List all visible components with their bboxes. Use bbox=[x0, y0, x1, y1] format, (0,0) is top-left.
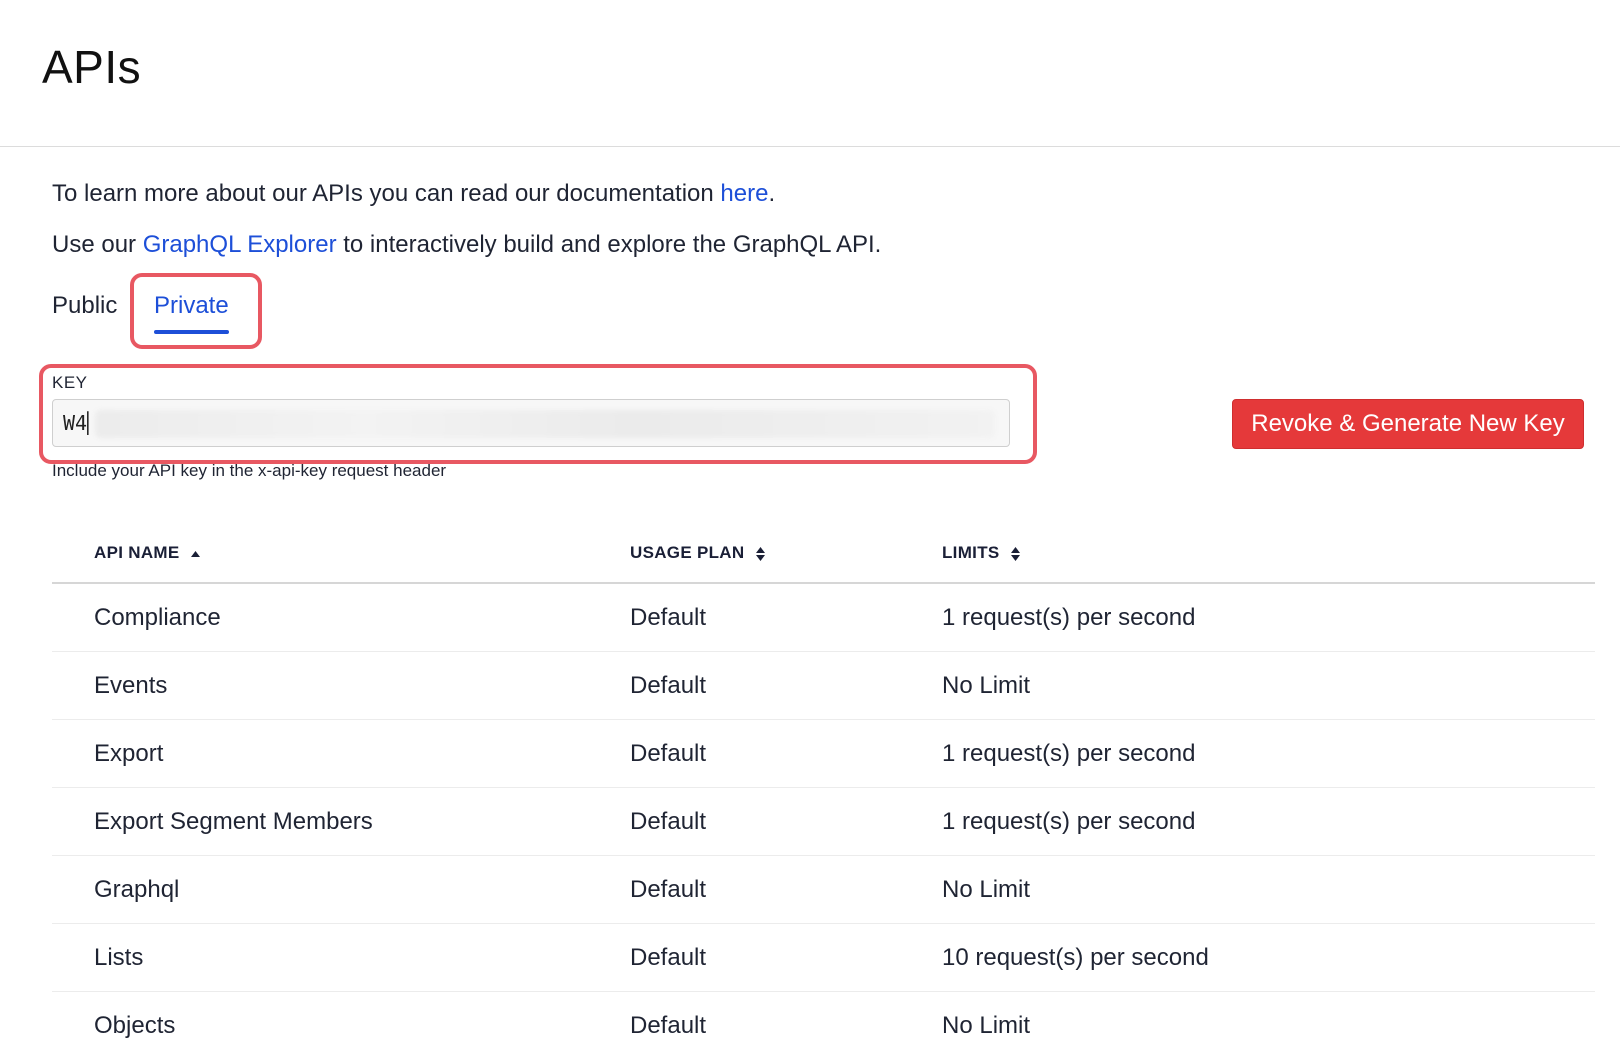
revoke-generate-key-button[interactable]: Revoke & Generate New Key bbox=[1232, 399, 1584, 449]
limit-cell: No Limit bbox=[942, 991, 1595, 1056]
key-label: KEY bbox=[52, 373, 88, 392]
limit-cell: 1 request(s) per second bbox=[942, 719, 1595, 788]
tab-private-label: Private bbox=[154, 292, 229, 319]
docs-here-link[interactable]: here bbox=[720, 180, 768, 207]
usage-plan-cell: Default bbox=[630, 787, 942, 856]
api-name-cell: Objects bbox=[52, 991, 630, 1056]
api-key-field[interactable]: W4▏ bbox=[52, 399, 1010, 447]
column-header-usage-plan[interactable]: USAGE PLAN bbox=[630, 524, 942, 584]
column-header-limits[interactable]: LIMITS bbox=[942, 524, 1595, 584]
column-label-usage-plan: USAGE PLAN bbox=[630, 543, 745, 562]
usage-plan-cell: Default bbox=[630, 855, 942, 924]
limit-cell: No Limit bbox=[942, 651, 1595, 720]
usage-plan-cell: Default bbox=[630, 651, 942, 720]
table-row: Export Segment Members Default 1 request… bbox=[52, 787, 1595, 856]
sort-icon bbox=[1010, 546, 1020, 561]
graphql-intro-prefix: Use our bbox=[52, 231, 143, 258]
table-header-row: API NAME USAGE PLAN LIMITS bbox=[52, 524, 1595, 584]
docs-intro-suffix: . bbox=[768, 180, 776, 207]
limit-cell: No Limit bbox=[942, 855, 1595, 924]
table-row: Export Default 1 request(s) per second bbox=[52, 719, 1595, 788]
api-name-cell: Export bbox=[52, 719, 630, 788]
column-header-api-name[interactable]: API NAME bbox=[52, 524, 630, 584]
graphql-intro-suffix: to interactively build and explore the G… bbox=[336, 231, 882, 258]
usage-plan-cell: Default bbox=[630, 719, 942, 788]
table-row: Objects Default No Limit bbox=[52, 991, 1595, 1056]
table-row: Graphql Default No Limit bbox=[52, 855, 1595, 924]
api-settings-page: APIs To learn more about our APIs you ca… bbox=[0, 0, 1620, 1056]
graphql-explorer-link[interactable]: GraphQL Explorer bbox=[143, 231, 337, 258]
active-tab-underline bbox=[154, 330, 229, 334]
limit-cell: 10 request(s) per second bbox=[942, 923, 1595, 992]
docs-intro-prefix: To learn more about our APIs you can rea… bbox=[52, 180, 721, 207]
tab-private[interactable]: Private bbox=[154, 292, 229, 334]
column-label-limits: LIMITS bbox=[942, 543, 1000, 562]
usage-plan-cell: Default bbox=[630, 583, 942, 652]
api-name-cell: Export Segment Members bbox=[52, 787, 630, 856]
api-name-cell: Lists bbox=[52, 923, 630, 992]
docs-intro-text: To learn more about our APIs you can rea… bbox=[52, 180, 775, 208]
limit-cell: 1 request(s) per second bbox=[942, 787, 1595, 856]
usage-plan-cell: Default bbox=[630, 991, 942, 1056]
api-name-cell: Events bbox=[52, 651, 630, 720]
api-table: API NAME USAGE PLAN LIMITS Compliance De… bbox=[52, 524, 1595, 1056]
table-row: Events Default No Limit bbox=[52, 651, 1595, 720]
api-name-cell: Graphql bbox=[52, 855, 630, 924]
page-header: APIs bbox=[0, 0, 1620, 147]
sort-icon bbox=[755, 546, 765, 561]
column-label-api-name: API NAME bbox=[94, 543, 180, 562]
graphql-intro-text: Use our GraphQL Explorer to interactivel… bbox=[52, 231, 881, 259]
key-type-tabs: Public Private bbox=[52, 272, 312, 348]
api-key-value: W4▏ bbox=[63, 411, 100, 435]
table-row: Compliance Default 1 request(s) per seco… bbox=[52, 583, 1595, 652]
table-row: Lists Default 10 request(s) per second bbox=[52, 923, 1595, 992]
page-title: APIs bbox=[42, 41, 142, 93]
limit-cell: 1 request(s) per second bbox=[942, 583, 1595, 652]
sort-up-icon bbox=[190, 550, 200, 557]
api-name-cell: Compliance bbox=[52, 583, 630, 652]
api-key-redaction bbox=[95, 410, 995, 438]
tab-public[interactable]: Public bbox=[52, 292, 117, 320]
key-help-text: Include your API key in the x-api-key re… bbox=[52, 461, 447, 480]
usage-plan-cell: Default bbox=[630, 923, 942, 992]
